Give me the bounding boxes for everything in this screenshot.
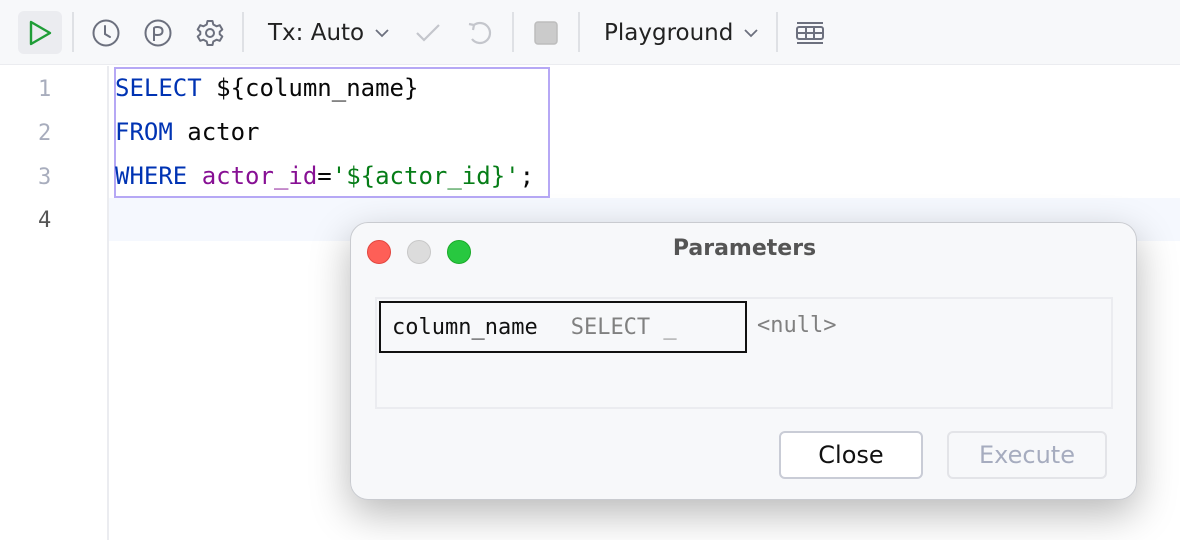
code-token: ${column_name} <box>201 74 419 102</box>
line-number: 1 <box>38 77 52 102</box>
table-icon <box>796 21 824 44</box>
stop-button[interactable] <box>524 11 568 54</box>
parameter-name: column_name <box>392 314 538 340</box>
code-token: = <box>317 162 332 190</box>
execute-button[interactable]: Execute <box>947 431 1107 479</box>
parameters-table: column_name SELECT _ <null> <box>375 297 1113 409</box>
sql-keyword: WHERE <box>115 162 188 190</box>
parameters-dialog: Parameters column_name SELECT _ <null> C… <box>350 222 1137 500</box>
play-icon <box>29 20 52 45</box>
parameter-name-cell[interactable]: column_name SELECT _ <box>379 301 747 353</box>
close-button[interactable]: Close <box>779 431 923 479</box>
parameter-hint: SELECT _ <box>570 314 677 340</box>
line-number: 2 <box>38 121 52 146</box>
rollback-button[interactable] <box>458 11 502 54</box>
p-circle-icon <box>144 19 172 46</box>
parameters-button[interactable] <box>136 11 180 54</box>
gear-icon <box>196 19 224 46</box>
code-line[interactable]: WHERE actor_id='${actor_id}'; <box>115 162 534 190</box>
code-line[interactable]: SELECT ${column_name} <box>115 74 418 102</box>
toolbar-separator <box>776 12 778 52</box>
settings-button[interactable] <box>188 11 232 54</box>
sql-keyword: SELECT <box>115 74 202 102</box>
history-button[interactable] <box>84 11 128 54</box>
schema-label: Playground <box>604 20 734 46</box>
code-token: actor <box>172 118 260 146</box>
stop-icon <box>534 20 558 45</box>
toolbar-separator <box>72 12 74 52</box>
code-line[interactable]: FROM actor <box>115 118 260 146</box>
schema-dropdown[interactable]: Playground <box>604 16 759 50</box>
toolbar-separator <box>512 12 514 52</box>
commit-button[interactable] <box>406 11 450 54</box>
table-view-button[interactable] <box>788 11 832 54</box>
code-token: ; <box>519 162 535 190</box>
dialog-title: Parameters <box>672 236 817 261</box>
undo-icon <box>468 21 492 44</box>
checkmark-icon <box>416 23 440 42</box>
chevron-down-icon <box>375 29 389 38</box>
toolbar-separator <box>578 12 580 52</box>
clock-icon <box>92 19 120 46</box>
sql-keyword: FROM <box>115 118 173 146</box>
transaction-mode-label: Tx: Auto <box>268 20 365 46</box>
transaction-mode-dropdown[interactable]: Tx: Auto <box>268 16 390 50</box>
line-number: 3 <box>38 165 52 190</box>
run-button[interactable] <box>18 11 62 54</box>
line-number: 4 <box>38 208 52 233</box>
chevron-down-icon <box>744 29 758 38</box>
toolbar-separator <box>242 12 244 52</box>
column-reference: actor_id <box>201 162 318 190</box>
parameter-value-cell[interactable]: <null> <box>757 313 836 338</box>
string-literal: '${actor_id}' <box>331 162 520 190</box>
toolbar: Tx: Auto Playground <box>0 0 1180 65</box>
